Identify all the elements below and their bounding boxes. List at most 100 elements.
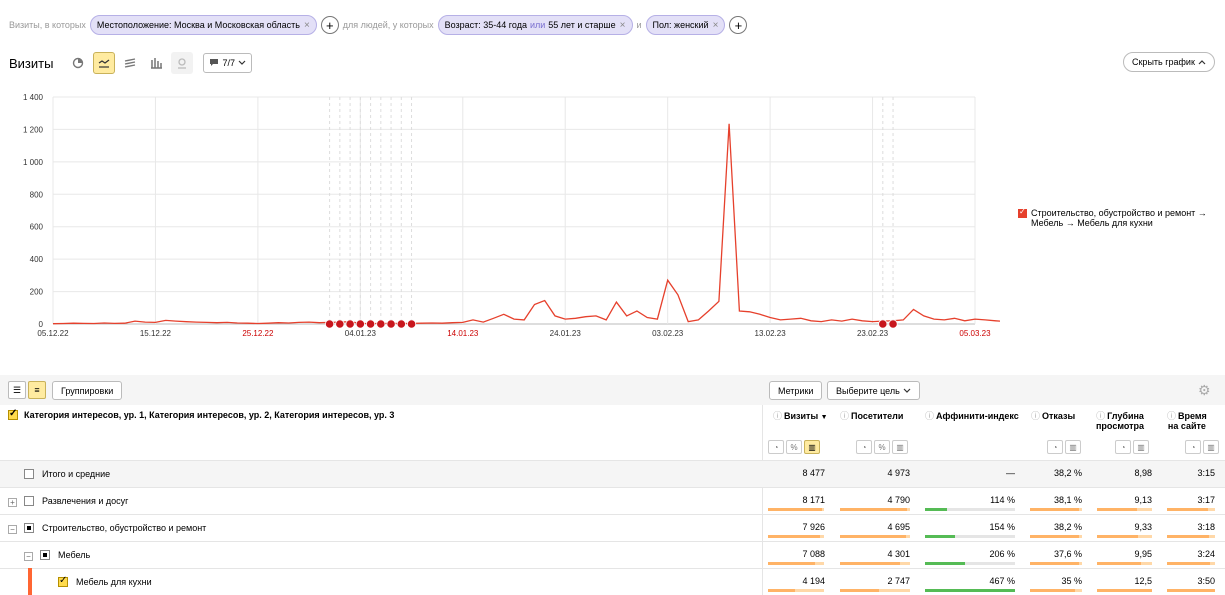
percent-icon[interactable]: %: [786, 440, 802, 454]
visits-share-bar: [768, 562, 824, 565]
tree-view-icon[interactable]: ≡: [28, 381, 46, 399]
bar-chart-icon[interactable]: ▥: [1203, 440, 1219, 454]
row-checkbox[interactable]: [24, 496, 34, 506]
cell-depth: 12,5: [1134, 576, 1152, 586]
pie-chart-icon[interactable]: ◔: [768, 440, 784, 454]
expand-icon[interactable]: +: [8, 498, 17, 507]
location-filter-chip[interactable]: Местоположение: Москва и Московская обла…: [89, 15, 317, 35]
row-checkbox[interactable]: [24, 523, 34, 533]
col-visits-label: Визиты: [784, 411, 819, 421]
chevron-up-icon: [1198, 57, 1206, 67]
help-icon[interactable]: ⓘ: [1096, 411, 1105, 421]
pie-chart-icon[interactable]: ◔: [1047, 440, 1063, 454]
y-tick-label: 0: [39, 320, 44, 329]
dimension-header: Категория интересов, ур. 1, Категория ин…: [8, 408, 394, 420]
row-checkbox[interactable]: [40, 550, 50, 560]
hide-chart-button[interactable]: Скрыть график: [1123, 52, 1215, 72]
bounce-share-fill: [1030, 589, 1075, 592]
cell-depth: 9,13: [1134, 495, 1152, 505]
visits-share-fill: [768, 508, 822, 511]
cell-visits: 7 926: [802, 522, 825, 532]
chevron-down-icon: [238, 58, 246, 68]
gear-icon[interactable]: ⚙: [1198, 382, 1211, 399]
notes-dropdown[interactable]: 7/7: [203, 53, 252, 73]
pie-chart-icon[interactable]: [67, 52, 89, 74]
bar-chart-icon[interactable]: ▥: [804, 440, 820, 454]
cell-depth: 9,33: [1134, 522, 1152, 532]
x-tick-label: 25.12.22: [242, 329, 274, 338]
remove-icon[interactable]: ×: [620, 20, 626, 31]
depth-share-fill: [1097, 589, 1152, 592]
col-header-affinity[interactable]: ⓘ Аффинити-индекс: [925, 411, 1019, 421]
pie-chart-icon[interactable]: ◔: [856, 440, 872, 454]
visits-share-bar: [768, 508, 824, 511]
bar-chart-icon[interactable]: ▥: [1065, 440, 1081, 454]
row-checkbox[interactable]: [24, 469, 34, 479]
age-filter-label-a: Возраст: 35-44 года: [444, 20, 527, 30]
depth-share-bar: [1097, 535, 1152, 538]
groupings-button[interactable]: Группировки: [52, 381, 123, 400]
help-icon[interactable]: ⓘ: [1031, 411, 1040, 421]
visitors-share-fill: [840, 508, 907, 511]
help-icon[interactable]: ⓘ: [925, 411, 934, 421]
visits-share-fill: [768, 535, 820, 538]
bar-chart-icon[interactable]: ▥: [1133, 440, 1149, 454]
col-header-visitors[interactable]: ⓘ Посетители: [840, 411, 903, 421]
add-condition-button[interactable]: +: [320, 16, 339, 34]
segment-filters: Визиты, в которых Местоположение: Москва…: [9, 15, 748, 35]
col-header-visits[interactable]: ⓘ Визиты ▼: [773, 411, 828, 423]
pie-chart-icon[interactable]: ◔: [1185, 440, 1201, 454]
col-affinity-label: Аффинити-индекс: [936, 411, 1019, 421]
cell-visits: 8 171: [802, 495, 825, 505]
row-checkbox[interactable]: [58, 575, 68, 587]
select-goal-dropdown[interactable]: Выберите цель: [827, 381, 920, 400]
metrics-button[interactable]: Метрики: [769, 381, 823, 400]
note-marker: [888, 319, 898, 329]
cell-bounce: 38,1 %: [1053, 495, 1082, 505]
legend-checkbox[interactable]: [1018, 207, 1027, 218]
gender-filter-chip[interactable]: Пол: женский ×: [645, 15, 726, 35]
age-filter-chip[interactable]: Возраст: 35-44 года или 55 лет и старше …: [437, 15, 633, 35]
help-icon[interactable]: ⓘ: [840, 411, 849, 421]
visitors-share-fill: [840, 535, 906, 538]
time-share-fill: [1167, 562, 1210, 565]
remove-icon[interactable]: ×: [304, 20, 310, 31]
pie-chart-icon[interactable]: ◔: [1115, 440, 1131, 454]
help-icon[interactable]: ⓘ: [773, 411, 782, 421]
visitors-share-bar: [840, 508, 910, 511]
visits-share-bar: [768, 535, 824, 538]
chart-legend[interactable]: Строительство, обустройство и ремонт → М…: [1018, 207, 1218, 228]
col-header-depth[interactable]: ⓘ Глубина просмотра: [1096, 411, 1144, 431]
line-chart-icon[interactable]: [93, 52, 116, 74]
table-row[interactable]: − Мебель 7 088 4 301 206 % 37,6 % 9,95 3:24: [0, 541, 1225, 568]
table-row[interactable]: + Развлечения и досуг 8 171 4 790 114 % 38,…: [0, 487, 1225, 514]
table-row[interactable]: − Строительство, обустройство и ремонт 7…: [0, 514, 1225, 541]
flat-view-icon[interactable]: ☰: [8, 381, 26, 399]
col-header-bounce[interactable]: ⓘ Отказы: [1031, 411, 1075, 421]
add-condition-button[interactable]: +: [729, 16, 748, 34]
bar-chart-icon[interactable]: ▥: [892, 440, 908, 454]
cell-visits: 7 088: [802, 549, 825, 559]
stacked-area-icon[interactable]: [119, 52, 141, 74]
cell-depth: 8,98: [1134, 468, 1152, 478]
collapse-icon[interactable]: −: [24, 552, 33, 561]
affinity-share-bar: [925, 508, 1015, 511]
totals-row[interactable]: Итого и средние 8 477 4 973 — 38,2 % 8,98 3:1…: [0, 460, 1225, 487]
x-tick-label: 05.12.22: [37, 329, 69, 338]
table-row[interactable]: Мебель для кухни 4 194 2 747 467 % 35 % 12,5…: [0, 568, 1225, 595]
help-icon[interactable]: ⓘ: [1167, 411, 1176, 421]
collapse-icon[interactable]: −: [8, 525, 17, 534]
affinity-share-fill: [925, 535, 955, 538]
depth-share-bar: [1097, 562, 1152, 565]
cell-affinity: 114 %: [990, 495, 1015, 505]
note-marker: [324, 319, 335, 329]
col-header-time[interactable]: ⓘ Время на сайте: [1167, 411, 1207, 431]
bounce-share-fill: [1030, 508, 1079, 511]
cell-affinity: 467 %: [989, 576, 1015, 586]
cell-visitors: 4 790: [887, 495, 910, 505]
remove-icon[interactable]: ×: [713, 20, 719, 31]
cell-bounce: 35 %: [1061, 576, 1082, 586]
select-all-checkbox[interactable]: [8, 408, 18, 420]
percent-icon[interactable]: %: [874, 440, 890, 454]
bar-chart-icon[interactable]: [145, 52, 167, 74]
